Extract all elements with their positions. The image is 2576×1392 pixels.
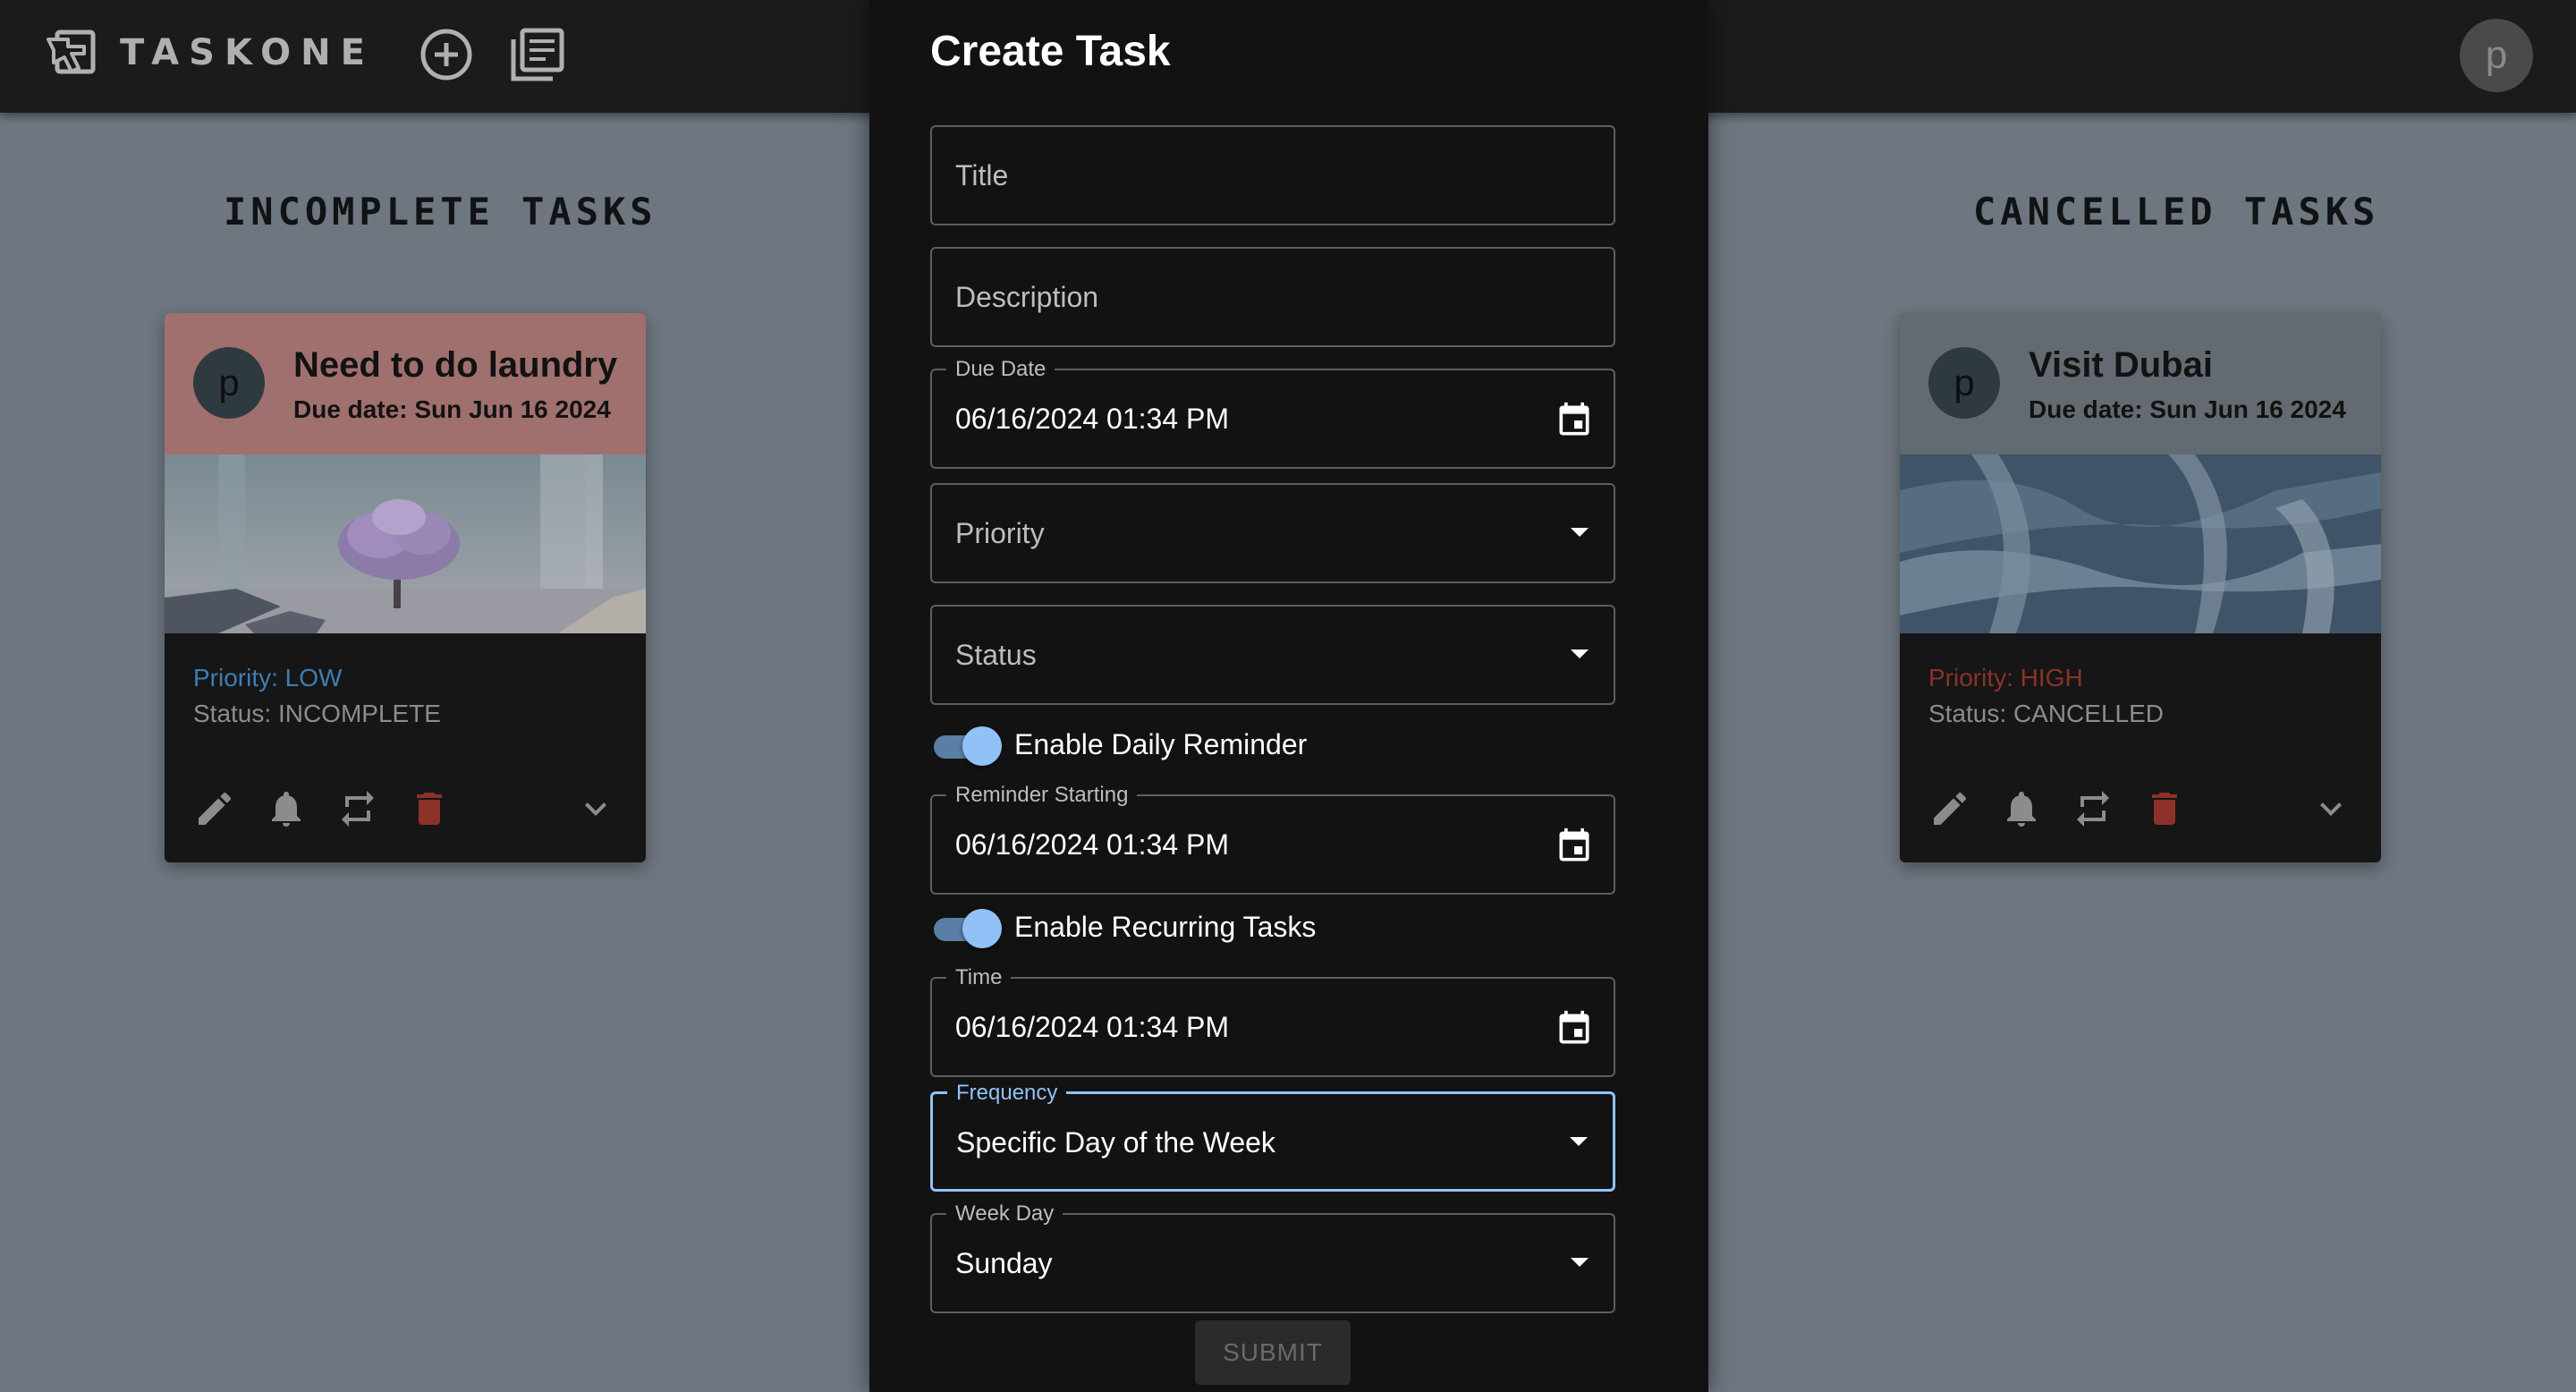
dropdown-arrow-icon	[1571, 1258, 1589, 1267]
calendar-icon[interactable]	[1555, 401, 1594, 440]
card-due-date: Due date: Sun Jun 16 2024	[293, 395, 611, 423]
edit-icon[interactable]	[1928, 787, 1971, 830]
priority-placeholder: Priority	[955, 517, 1045, 549]
repeat-icon[interactable]	[336, 787, 379, 830]
week-day-value: Sunday	[955, 1247, 1053, 1279]
card-avatar: p	[193, 347, 265, 419]
submit-button[interactable]: SUBMIT	[1195, 1320, 1351, 1385]
repeat-icon[interactable]	[2072, 787, 2114, 830]
dropdown-arrow-icon	[1571, 649, 1589, 658]
recurring-tasks-toggle[interactable]	[930, 905, 1002, 948]
calendar-icon[interactable]	[1555, 827, 1594, 866]
task-card-cancelled: p Visit Dubai Due date: Sun Jun 16 2024 …	[1900, 313, 2381, 862]
bell-icon[interactable]	[265, 787, 308, 830]
title-field[interactable]: Title	[930, 125, 1615, 225]
create-task-dialog: Create Task Title Description Due Date 0…	[869, 0, 1708, 1392]
user-avatar[interactable]: p	[2460, 19, 2533, 92]
card-title: Need to do laundry	[293, 345, 618, 385]
reminder-starting-field[interactable]: Reminder Starting 06/16/2024 01:34 PM	[930, 784, 1615, 895]
brand-name[interactable]: TASKONE	[120, 32, 375, 73]
expand-more-icon[interactable]	[574, 787, 617, 830]
recurring-tasks-label: Enable Recurring Tasks	[1014, 911, 1317, 943]
card-title: Visit Dubai	[2029, 345, 2213, 385]
incomplete-tasks-heading: INCOMPLETE TASKS	[224, 190, 657, 233]
frequency-select[interactable]: Frequency Specific Day of the Week	[930, 1082, 1615, 1192]
card-priority: Priority: HIGH	[1928, 664, 2083, 692]
dialog-title: Create Task	[930, 28, 1171, 75]
card-due-date: Due date: Sun Jun 16 2024	[2029, 395, 2346, 423]
title-placeholder: Title	[955, 159, 1009, 191]
card-status: Status: INCOMPLETE	[193, 700, 441, 727]
delete-icon[interactable]	[408, 787, 451, 830]
cancelled-tasks-heading: CANCELLED TASKS	[1973, 190, 2380, 233]
bell-icon[interactable]	[2000, 787, 2043, 830]
delete-icon[interactable]	[2143, 787, 2186, 830]
status-select[interactable]: Status	[930, 605, 1615, 705]
description-field[interactable]: Description	[930, 247, 1615, 347]
card-header: p Visit Dubai Due date: Sun Jun 16 2024	[1900, 313, 2381, 454]
toggle-thumb	[962, 909, 1002, 948]
reminder-starting-label: Reminder Starting	[946, 784, 1138, 807]
daily-reminder-toggle[interactable]	[930, 723, 1002, 766]
card-actions	[1900, 787, 2381, 837]
card-status: Status: CANCELLED	[1928, 700, 2164, 727]
week-day-select[interactable]: Week Day Sunday	[930, 1202, 1615, 1313]
card-header: p Need to do laundry Due date: Sun Jun 1…	[165, 313, 646, 454]
add-circle-icon[interactable]	[417, 25, 476, 84]
card-image-tree	[165, 454, 646, 633]
expand-more-icon[interactable]	[2309, 787, 2352, 830]
task-card-incomplete: p Need to do laundry Due date: Sun Jun 1…	[165, 313, 646, 862]
card-priority: Priority: LOW	[193, 664, 343, 692]
card-avatar: p	[1928, 347, 2000, 419]
task-list-icon[interactable]	[508, 25, 567, 84]
due-date-value: 06/16/2024 01:34 PM	[955, 403, 1230, 435]
time-field[interactable]: Time 06/16/2024 01:34 PM	[930, 966, 1615, 1077]
dropdown-arrow-icon	[1570, 1137, 1588, 1146]
hand-pointer-icon[interactable]	[45, 27, 102, 81]
due-date-label: Due Date	[946, 358, 1055, 381]
edit-icon[interactable]	[193, 787, 236, 830]
calendar-icon[interactable]	[1555, 1009, 1594, 1048]
frequency-value: Specific Day of the Week	[956, 1126, 1275, 1159]
time-label: Time	[946, 966, 1012, 989]
week-day-label: Week Day	[946, 1202, 1063, 1226]
card-image-sand	[1900, 454, 2381, 633]
daily-reminder-label: Enable Daily Reminder	[1014, 728, 1308, 760]
status-placeholder: Status	[955, 639, 1037, 671]
time-value: 06/16/2024 01:34 PM	[955, 1011, 1230, 1043]
due-date-field[interactable]: Due Date 06/16/2024 01:34 PM	[930, 358, 1615, 469]
frequency-label: Frequency	[947, 1082, 1067, 1105]
reminder-starting-value: 06/16/2024 01:34 PM	[955, 828, 1230, 861]
priority-select[interactable]: Priority	[930, 483, 1615, 583]
toggle-thumb	[962, 726, 1002, 766]
dropdown-arrow-icon	[1571, 528, 1589, 537]
card-actions	[165, 787, 646, 837]
description-placeholder: Description	[955, 281, 1099, 313]
